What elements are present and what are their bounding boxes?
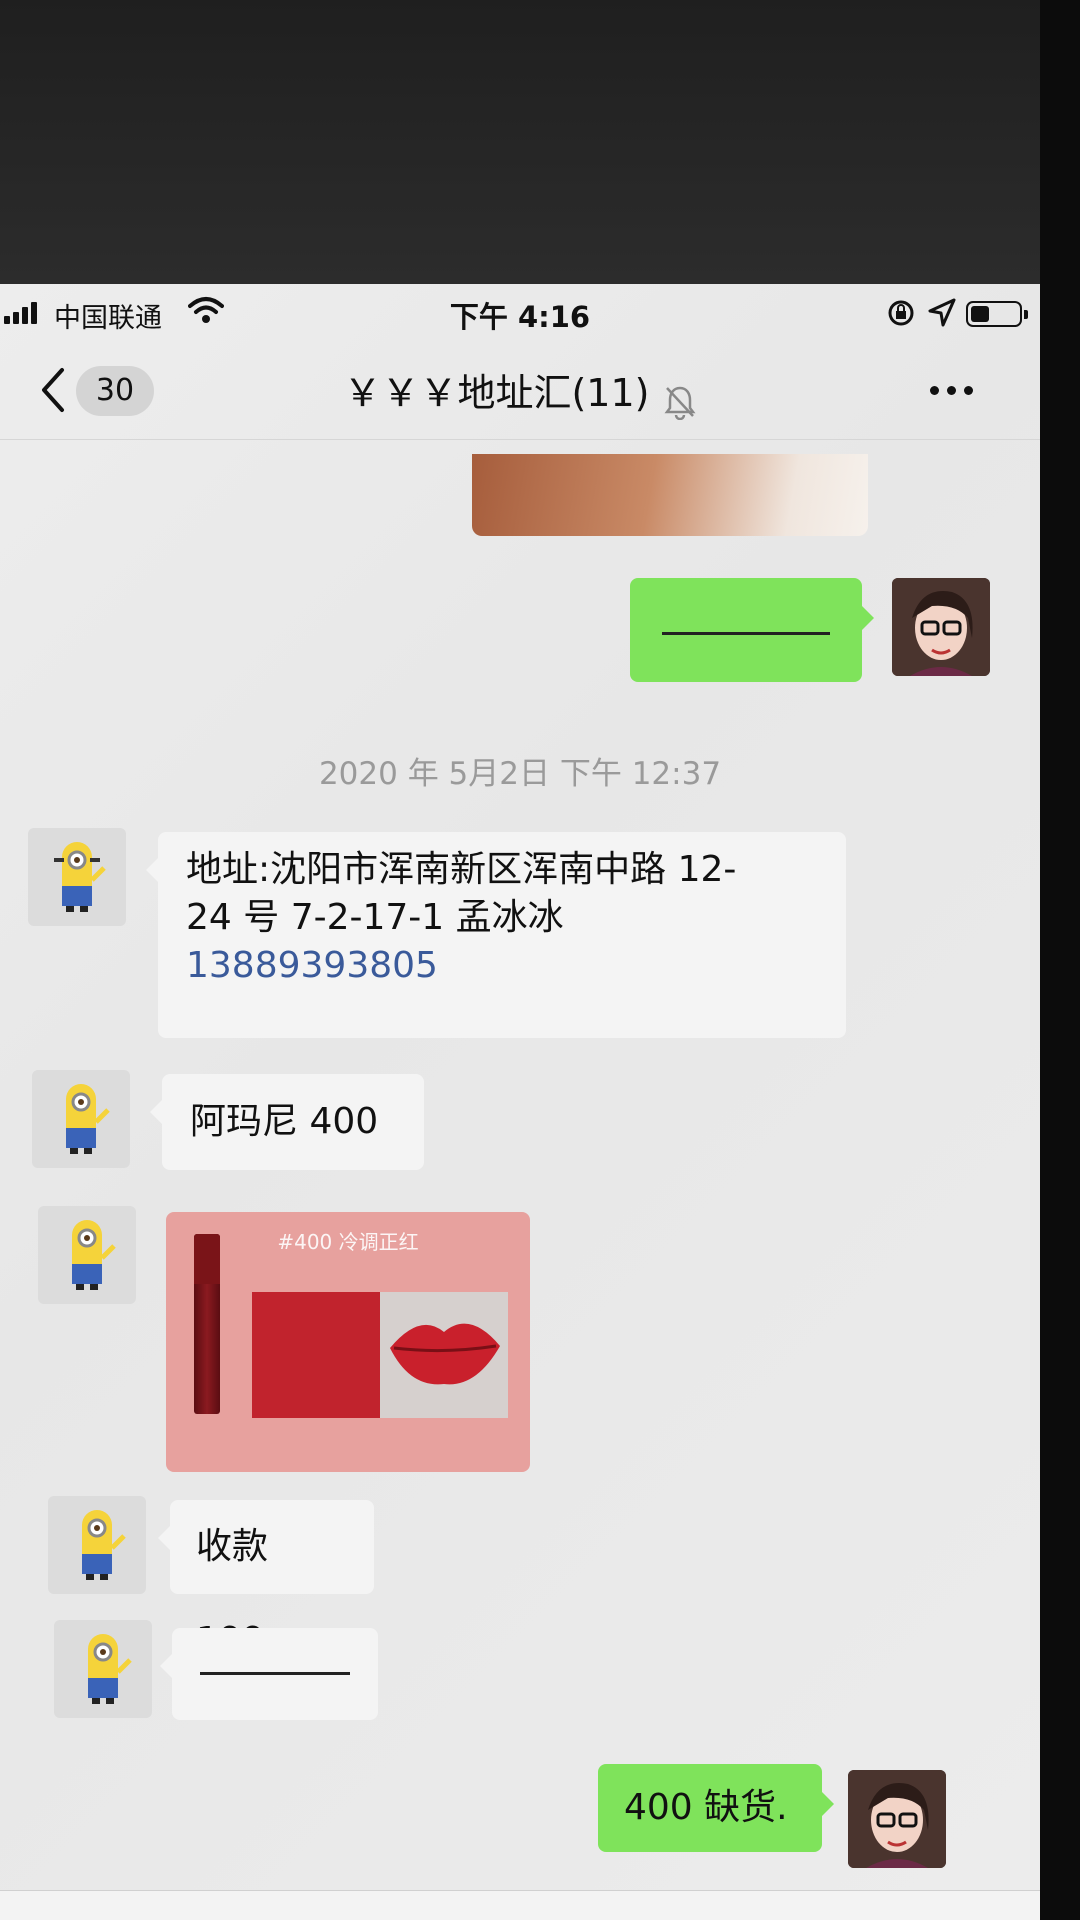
message-text: 阿玛尼 400 (190, 1101, 379, 1142)
self-avatar[interactable] (848, 1770, 946, 1868)
minion-avatar-icon (54, 842, 106, 912)
minion-avatar-icon (88, 1634, 132, 1704)
self-avatar[interactable] (892, 578, 990, 676)
minion-avatar-icon (66, 1084, 110, 1154)
phone-number-link[interactable]: 13889393805 (186, 942, 818, 990)
photo-background-top (0, 0, 1080, 284)
orientation-lock-icon (888, 300, 914, 326)
chat-title: ￥￥￥地址汇(11) (343, 371, 650, 415)
person-avatar-icon (892, 578, 990, 676)
color-swatch (252, 1292, 380, 1418)
message-bubble-incoming[interactable]: 收款 199 (158, 1500, 374, 1661)
message-text: 24 号 7-2-17-1 孟冰冰 (186, 897, 564, 938)
image-message[interactable] (472, 454, 868, 536)
message-timestamp: 2020 年 5月2日 下午 12:37 (318, 756, 722, 792)
sender-avatar[interactable] (54, 1620, 152, 1718)
lips-photo (380, 1292, 508, 1418)
minion-avatar-icon (72, 1220, 116, 1290)
photo-background-right (1040, 0, 1080, 1920)
location-arrow-icon (928, 298, 956, 327)
message-text: 400 缺货. (624, 1787, 788, 1828)
person-avatar-icon (848, 1770, 946, 1868)
phone-screen: 中国联通 下午 4:16 30 ￥￥￥地址汇(11) 2020 年 5月2日 下… (0, 284, 1040, 1920)
message-input-bar[interactable] (0, 1890, 1040, 1920)
message-bubble-incoming[interactable] (160, 1628, 378, 1720)
message-bubble-outgoing[interactable] (630, 578, 874, 682)
more-options-icon[interactable] (930, 386, 973, 395)
muted-bell-icon (664, 386, 696, 420)
sender-avatar[interactable] (28, 828, 126, 926)
message-bubble-outgoing[interactable]: 400 缺货. (598, 1764, 834, 1852)
sender-avatar[interactable] (32, 1070, 130, 1168)
minion-avatar-icon (82, 1510, 126, 1580)
sender-avatar[interactable] (48, 1496, 146, 1594)
sender-avatar[interactable] (38, 1206, 136, 1304)
message-text: 地址:沈阳市浑南新区浑南中路 12- (186, 849, 737, 890)
message-bubble-incoming[interactable]: 阿玛尼 400 (150, 1074, 424, 1170)
message-bubble-incoming[interactable]: 地址:沈阳市浑南新区浑南中路 12- 24 号 7-2-17-1 孟冰冰 138… (146, 832, 846, 1038)
status-bar: 中国联通 下午 4:16 (0, 284, 1040, 340)
chat-header: 30 ￥￥￥地址汇(11) (0, 340, 1040, 440)
battery-icon (966, 301, 1028, 327)
status-time: 下午 4:16 (449, 300, 591, 334)
product-image-label: #400 冷调正红 (277, 1230, 419, 1254)
product-image-message[interactable]: #400 冷调正红 (166, 1212, 530, 1472)
